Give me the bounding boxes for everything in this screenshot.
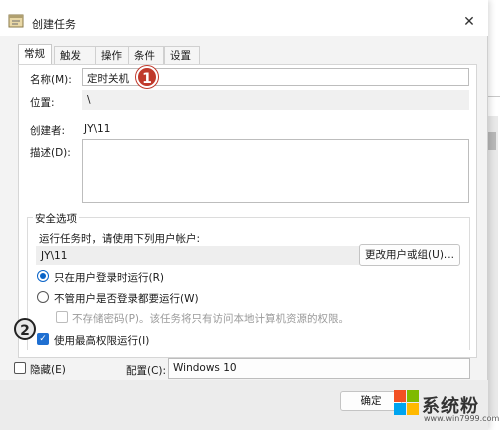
configure-label: 配置(C): — [126, 365, 167, 377]
background-scrollbar-thumb — [488, 132, 496, 150]
radio-run-whether-logged-on[interactable] — [37, 291, 49, 303]
description-label: 描述(D): — [30, 147, 71, 159]
hidden-label: 隐藏(E) — [30, 364, 66, 376]
author-value: JY\11 — [84, 123, 111, 135]
radio-run-logged-on[interactable] — [37, 270, 49, 282]
author-label: 创建者: — [30, 125, 66, 137]
close-button[interactable]: ✕ — [454, 10, 484, 34]
tab-settings[interactable]: 设置 — [164, 46, 200, 64]
configure-select[interactable]: Windows 10 — [168, 358, 470, 379]
location-label: 位置: — [30, 97, 55, 109]
task-scheduler-icon — [8, 14, 24, 28]
user-account-value: JY\11 — [36, 246, 361, 265]
security-section-title: 安全选项 — [33, 211, 79, 226]
run-as-prompt: 运行任务时，请使用下列用户帐户: — [39, 233, 201, 245]
window-title: 创建任务 — [32, 18, 76, 31]
logo-tile-blue — [394, 403, 406, 415]
highest-privileges-label: 使用最高权限运行(I) — [54, 335, 150, 347]
watermark-logo: 系统粉 www.win7999.com — [392, 386, 500, 426]
tab-conditions[interactable]: 条件 — [128, 46, 164, 64]
change-user-button[interactable]: 更改用户或组(U)... — [359, 244, 460, 266]
watermark-url: www.win7999.com — [424, 414, 500, 423]
no-store-password-label: 不存储密码(P)。该任务将只有访问本地计算机资源的权限。 — [72, 313, 350, 325]
annotation-badge-1: 1 — [136, 66, 158, 88]
name-label: 名称(M): — [30, 74, 72, 86]
logo-tile-red — [394, 390, 406, 402]
close-icon: ✕ — [463, 14, 475, 30]
checkbox-highest-privileges[interactable]: ✓ — [37, 333, 49, 345]
radio-run-logged-on-label: 只在用户登录时运行(R) — [54, 272, 164, 284]
description-textarea[interactable] — [82, 139, 469, 203]
tab-general[interactable]: 常规 — [18, 44, 52, 65]
radio-run-whether-logged-on-label: 不管用户是否登录都要运行(W) — [54, 293, 199, 305]
annotation-badge-2: 2 — [14, 318, 36, 340]
tab-triggers[interactable]: 触发器 — [54, 46, 96, 80]
tab-actions[interactable]: 操作 — [95, 46, 129, 64]
checkbox-no-store-password — [56, 311, 68, 323]
create-task-dialog: 创建任务 ✕ 常规 触发器 操作 条件 设置 名称(M): 定时关机 1 位置:… — [0, 0, 488, 430]
title-bar: 创建任务 ✕ — [0, 0, 488, 36]
checkbox-hidden[interactable] — [14, 362, 26, 374]
logo-tile-yellow — [407, 403, 419, 415]
location-value: \ — [82, 90, 469, 110]
logo-tile-green — [407, 390, 419, 402]
bottom-config-row: 隐藏(E) 配置(C): Windows 10 — [0, 356, 488, 380]
